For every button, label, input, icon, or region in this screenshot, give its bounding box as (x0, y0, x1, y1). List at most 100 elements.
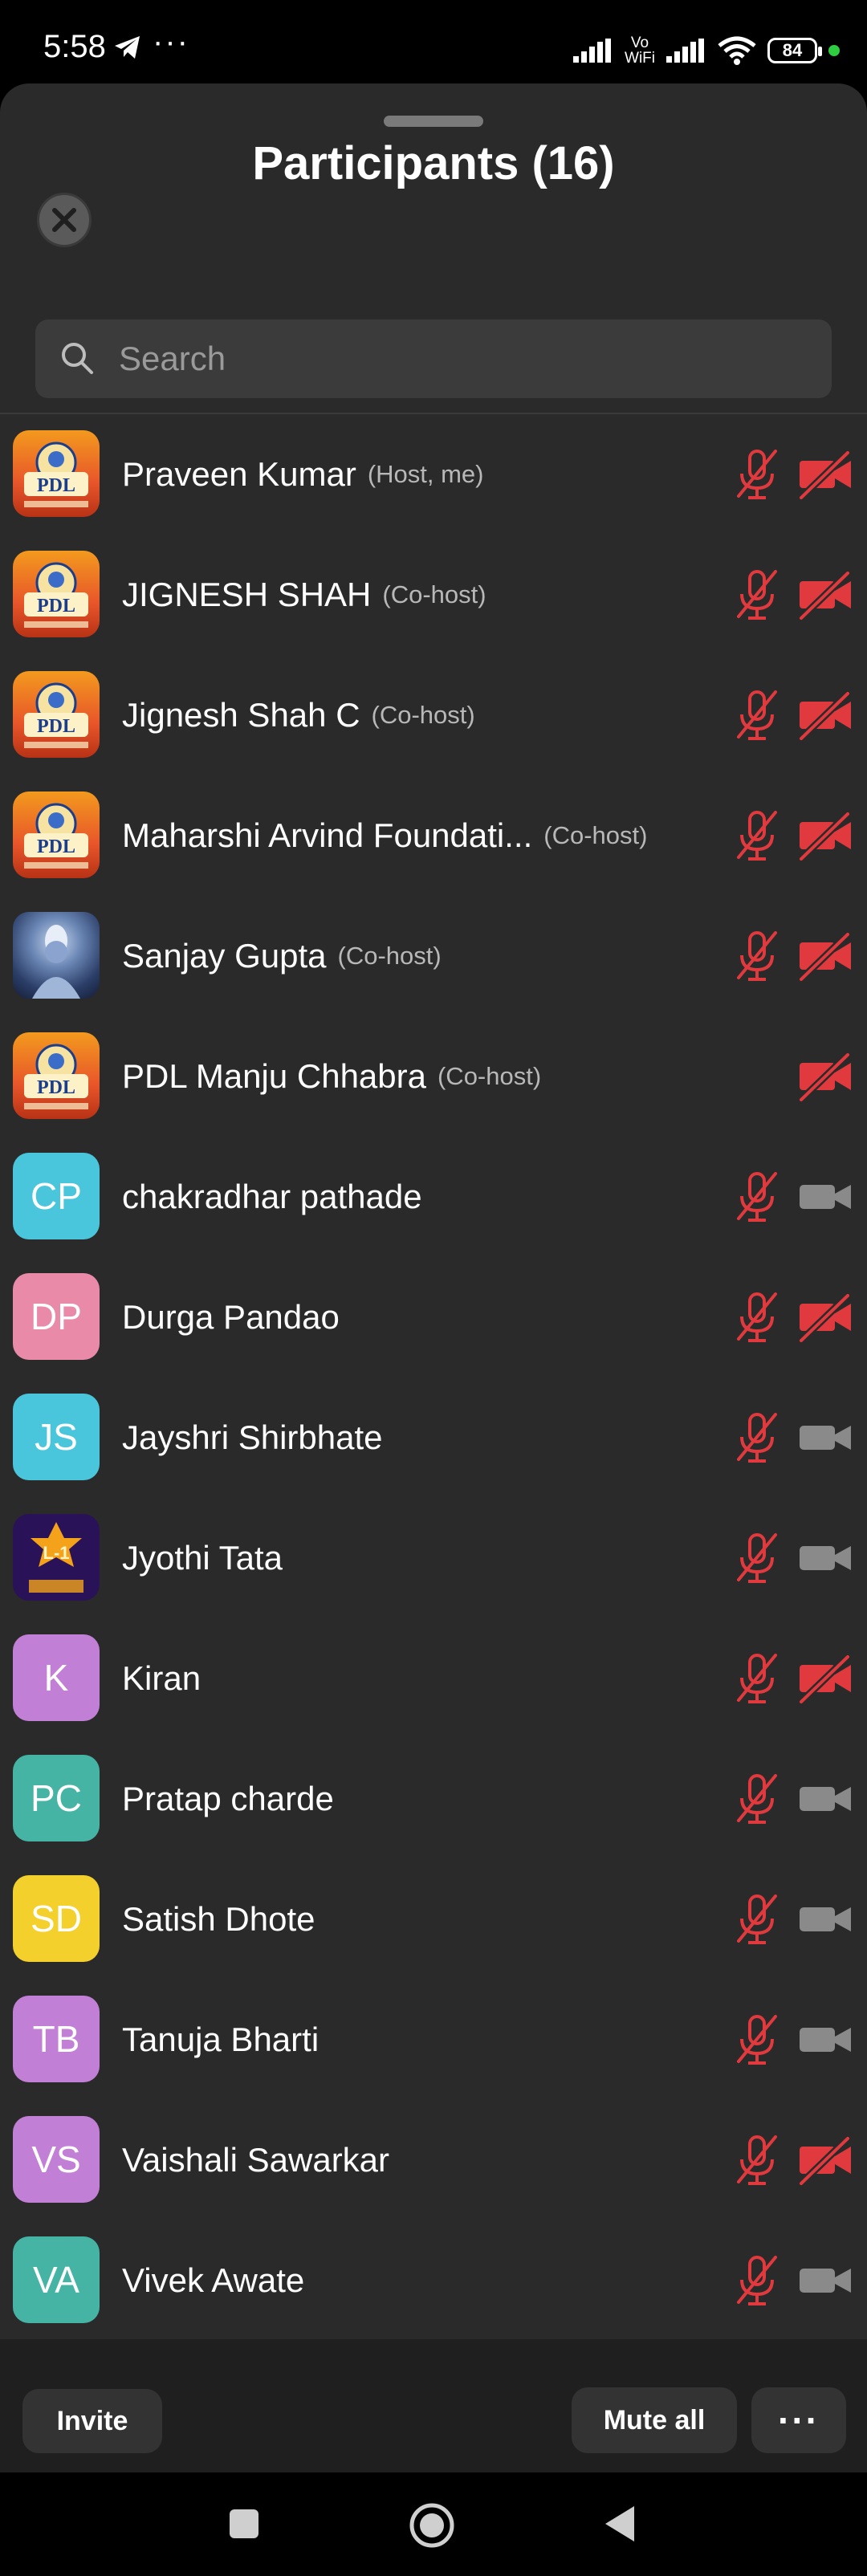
participant-name-group: JIGNESH SHAH (Co-host) (122, 535, 486, 655)
video-off-icon[interactable] (798, 928, 854, 984)
participant-name: Jyothi Tata (122, 1539, 283, 1577)
more-notifications-icon: ··· (153, 24, 189, 59)
participant-name: Durga Pandao (122, 1298, 340, 1336)
page-title: Participants (16) (252, 137, 615, 189)
participant-row[interactable]: JS Jayshri Shirbhate (0, 1378, 867, 1498)
participant-name: Kiran (122, 1659, 201, 1697)
mic-muted-icon[interactable] (729, 687, 785, 743)
participant-name-group: Jignesh Shah C (Co-host) (122, 655, 475, 775)
invite-button[interactable]: Invite (22, 2389, 162, 2453)
mic-muted-icon[interactable] (729, 2132, 785, 2188)
participant-row[interactable]: TB Tanuja Bharti (0, 1980, 867, 2100)
participant-role: (Co-host) (437, 1062, 542, 1090)
mic-muted-icon[interactable] (729, 1169, 785, 1225)
vowifi-line1: Vo (630, 35, 649, 51)
video-off-icon[interactable] (798, 567, 854, 623)
participant-row[interactable]: PC Pratap charde (0, 1739, 867, 1859)
participant-name-group: Vivek Awate (122, 2220, 304, 2341)
recents-icon[interactable] (228, 2508, 260, 2540)
mic-muted-icon[interactable] (729, 1771, 785, 1827)
avatar: PDL (13, 792, 100, 878)
participant-name: Jignesh Shah C (122, 696, 360, 734)
participant-row[interactable]: PDL PDL Manju Chhabra (Co-host) (0, 1016, 867, 1137)
avatar-initials: VA (33, 2259, 79, 2301)
participant-role: (Co-host) (371, 701, 475, 729)
mic-muted-icon[interactable] (729, 1530, 785, 1586)
participant-row[interactable]: PDL JIGNESH SHAH (Co-host) (0, 535, 867, 655)
participant-role: (Co-host) (337, 942, 442, 970)
avatar: JS (13, 1394, 100, 1480)
avatar-initials: CP (31, 1175, 82, 1217)
mic-muted-icon[interactable] (729, 1410, 785, 1466)
video-off-icon[interactable] (798, 687, 854, 743)
video-on-icon[interactable] (798, 2012, 854, 2068)
participant-name-group: Pratap charde (122, 1739, 334, 1859)
participant-name: Pratap charde (122, 1780, 334, 1817)
back-icon[interactable] (604, 2505, 636, 2543)
participant-row[interactable]: SD Satish Dhote (0, 1859, 867, 1980)
mic-muted-icon[interactable] (729, 928, 785, 984)
participant-name: Jayshri Shirbhate (122, 1418, 383, 1456)
participant-list: PDL Praveen Kumar (Host, me) PDL JIGNESH SHA… (0, 414, 867, 2341)
avatar: VA (13, 2236, 100, 2323)
search-bar[interactable] (35, 319, 832, 398)
video-on-icon[interactable] (798, 1169, 854, 1225)
participant-row[interactable]: Sanjay Gupta (Co-host) (0, 896, 867, 1016)
avatar: PDL (13, 551, 100, 637)
wifi-icon (718, 36, 756, 65)
participant-row[interactable]: VA Vivek Awate (0, 2220, 867, 2341)
mic-muted-icon[interactable] (729, 1650, 785, 1707)
avatar: CP (13, 1153, 100, 1239)
video-off-icon[interactable] (798, 2132, 854, 2188)
video-on-icon[interactable] (798, 1410, 854, 1466)
mic-muted-icon[interactable] (729, 2012, 785, 2068)
avatar-logo-text: PDL (37, 596, 75, 617)
participant-row[interactable]: DP Durga Pandao (0, 1257, 867, 1378)
avatar-initials: JS (35, 1416, 78, 1458)
participant-name-group: Praveen Kumar (Host, me) (122, 414, 484, 535)
mic-muted-icon[interactable] (729, 1289, 785, 1345)
participant-name: Satish Dhote (122, 1900, 315, 1938)
participant-row[interactable]: L-1 Jyothi Tata (0, 1498, 867, 1618)
mic-muted-icon[interactable] (729, 808, 785, 864)
mic-muted-icon[interactable] (729, 1891, 785, 1947)
participant-name-group: chakradhar pathade (122, 1137, 422, 1257)
participant-name: Maharshi Arvind Foundati... (122, 816, 533, 854)
mic-muted-icon[interactable] (729, 2252, 785, 2309)
avatar: L-1 (13, 1514, 100, 1601)
home-icon[interactable] (408, 2501, 456, 2550)
mic-muted-icon[interactable] (729, 446, 785, 503)
participant-row[interactable]: K Kiran (0, 1618, 867, 1739)
participant-row[interactable]: VS Vaishali Sawarkar (0, 2100, 867, 2220)
video-on-icon[interactable] (798, 1891, 854, 1947)
drag-handle[interactable] (384, 116, 483, 127)
avatar-initials: K (43, 1657, 69, 1699)
close-button[interactable] (37, 193, 92, 247)
video-on-icon[interactable] (798, 1530, 854, 1586)
participant-name: Tanuja Bharti (122, 2021, 320, 2058)
participant-row[interactable]: PDL Jignesh Shah C (Co-host) (0, 655, 867, 775)
video-off-icon[interactable] (798, 446, 854, 503)
participant-name-group: Durga Pandao (122, 1257, 340, 1378)
avatar-initials: DP (31, 1296, 82, 1337)
more-options-button[interactable]: ··· (751, 2387, 846, 2453)
participant-name: Vivek Awate (122, 2261, 305, 2299)
avatar: SD (13, 1875, 100, 1962)
video-on-icon[interactable] (798, 1771, 854, 1827)
participant-row[interactable]: CP chakradhar pathade (0, 1137, 867, 1257)
mic-muted-icon[interactable] (729, 567, 785, 623)
participant-row[interactable]: PDL Praveen Kumar (Host, me) (0, 414, 867, 535)
video-off-icon[interactable] (798, 1048, 854, 1105)
avatar-initials: VS (31, 2139, 81, 2180)
vowifi-line2: WiFi (625, 50, 655, 67)
mute-all-button[interactable]: Mute all (572, 2387, 737, 2453)
search-input[interactable] (119, 319, 809, 398)
video-off-icon[interactable] (798, 808, 854, 864)
avatar-initials: TB (32, 2018, 80, 2060)
participant-row[interactable]: PDL Maharshi Arvind Foundati... (Co-host) (0, 775, 867, 896)
video-on-icon[interactable] (798, 2252, 854, 2309)
video-off-icon[interactable] (798, 1289, 854, 1345)
participant-name-group: PDL Manju Chhabra (Co-host) (122, 1016, 541, 1137)
participant-name-group: Kiran (122, 1618, 201, 1739)
video-off-icon[interactable] (798, 1650, 854, 1707)
